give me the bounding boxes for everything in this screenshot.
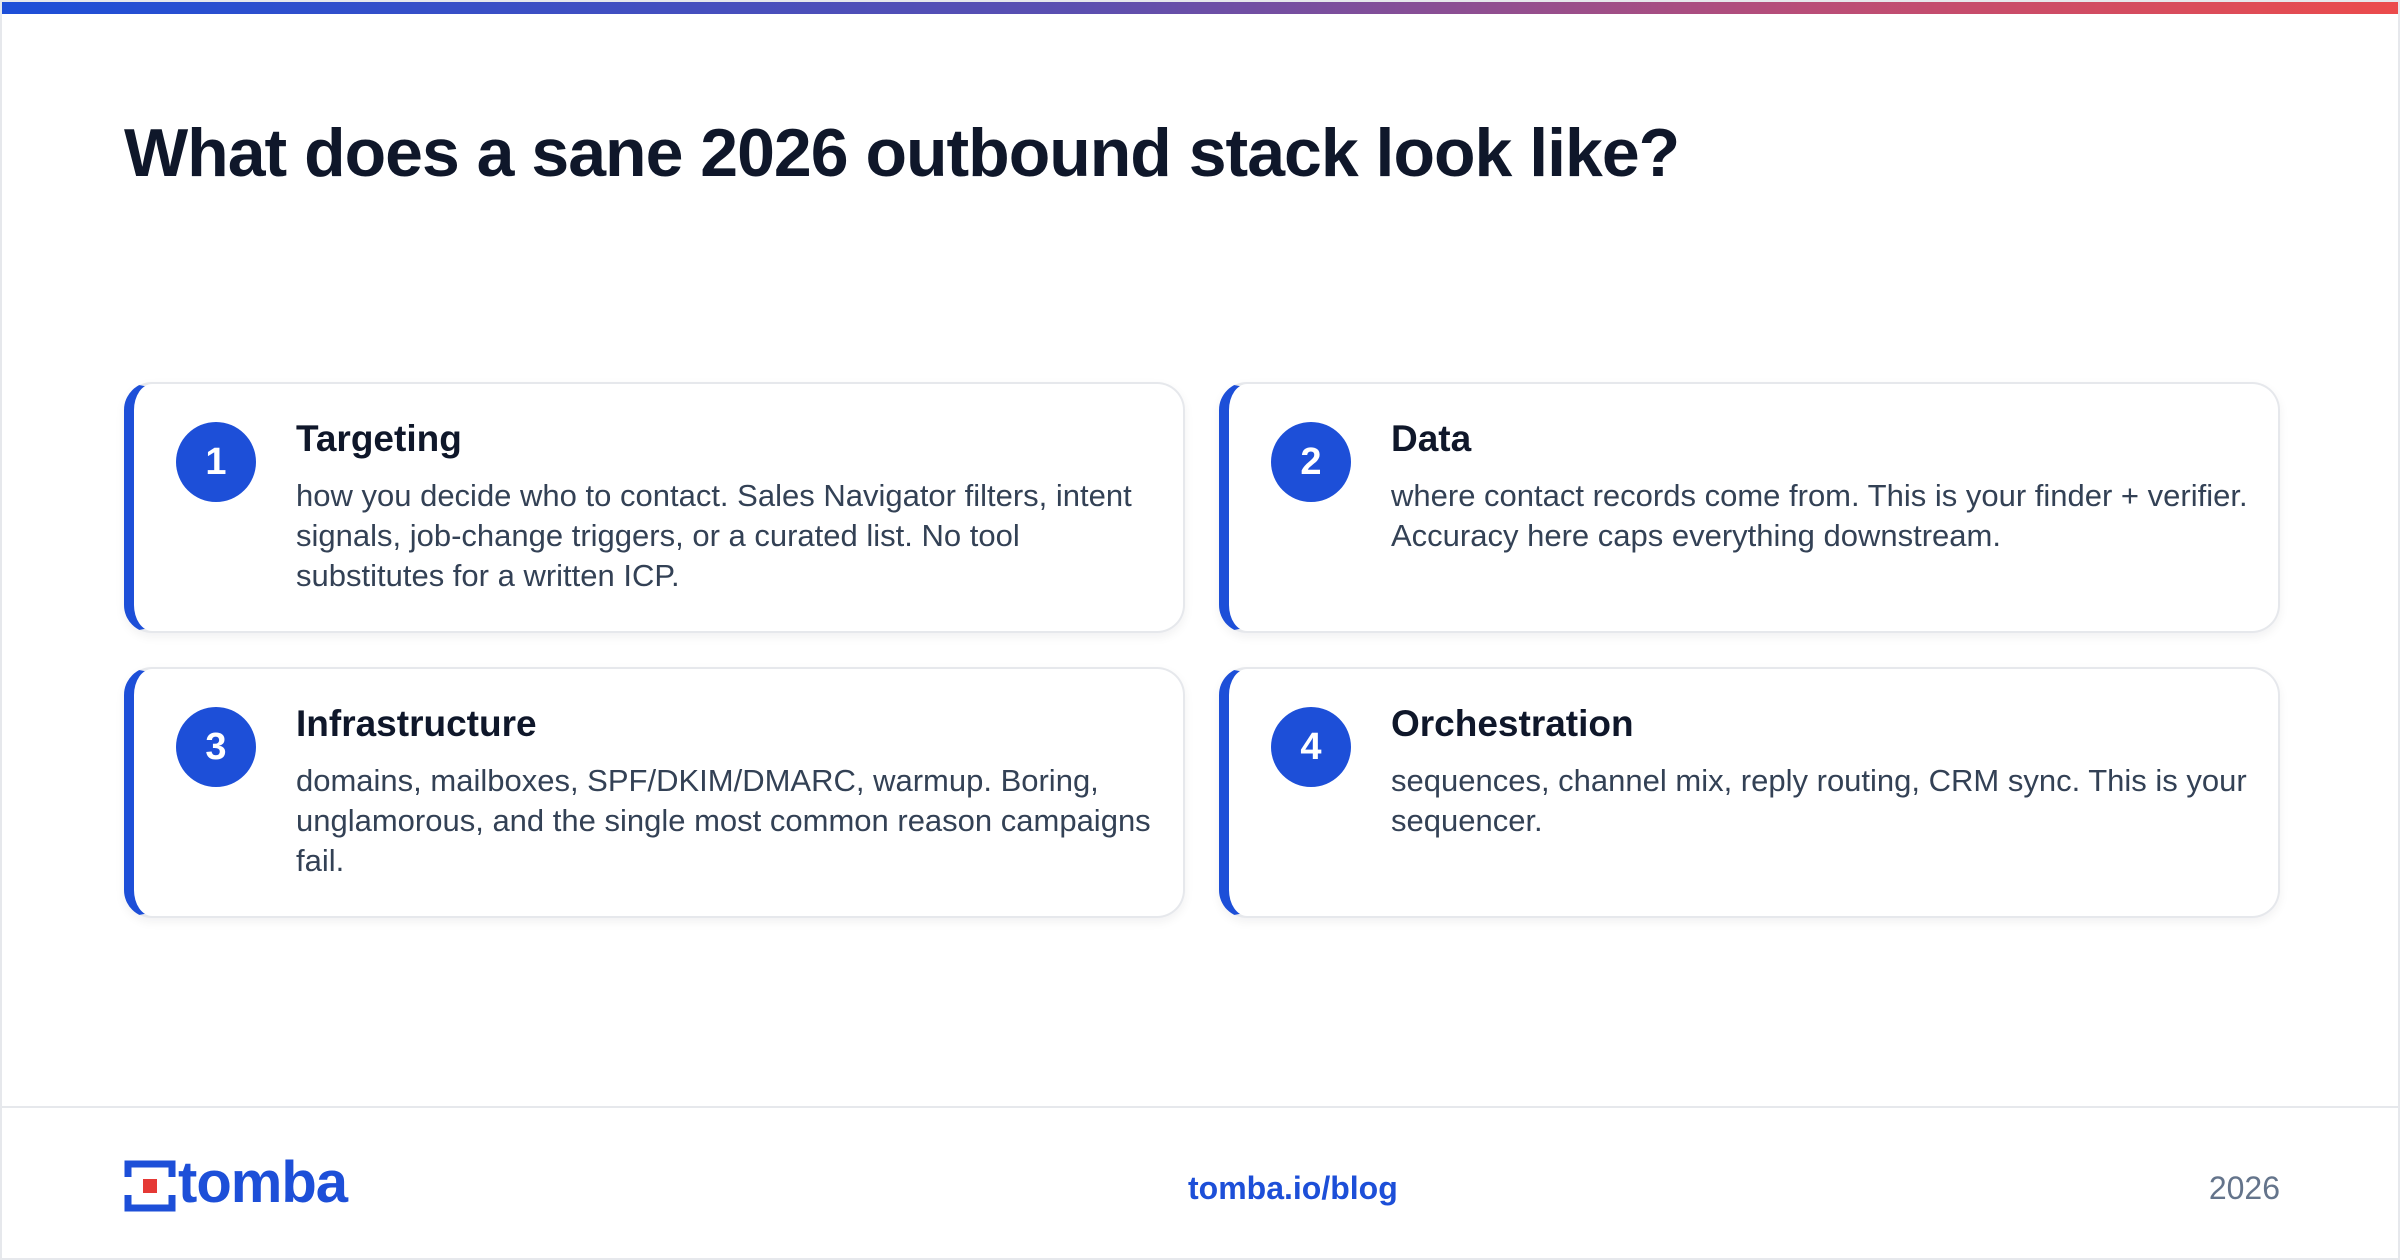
step-number-badge: 3 [176,707,256,787]
card-description: sequences, channel mix, reply routing, C… [1391,763,2247,838]
tomba-logo-mark-icon [124,1160,176,1212]
slide-frame: What does a sane 2026 outbound stack loo… [0,0,2400,1260]
card-description: domains, mailboxes, SPF/DKIM/DMARC, warm… [296,763,1151,878]
card-orchestration: 4 Orchestration sequences, channel mix, … [1219,667,2280,918]
step-number-badge: 1 [176,422,256,502]
tomba-logo: tomba [124,1150,348,1215]
page-title: What does a sane 2026 outbound stack loo… [124,115,1680,191]
footer: tomba tomba.io/blog 2026 [2,1106,2398,1258]
card-infrastructure: 3 Infrastructure domains, mailboxes, SPF… [124,667,1185,918]
card-title: Orchestration [1391,703,1634,744]
step-number-badge: 4 [1271,707,1351,787]
card-targeting: 1 Targeting how you decide who to contac… [124,382,1185,633]
stack-grid: 1 Targeting how you decide who to contac… [124,382,2280,918]
card-data: 2 Data where contact records come from. … [1219,382,2280,633]
logo-wordmark: tomba [178,1150,348,1215]
footer-year: 2026 [2208,1170,2280,1206]
step-number-badge: 2 [1271,422,1351,502]
card-title: Targeting [296,418,462,459]
blog-link[interactable]: tomba.io/blog [1188,1170,1398,1207]
top-gradient-bar [2,2,2398,14]
card-title: Data [1391,418,1472,459]
card-title: Infrastructure [296,703,537,744]
card-description: where contact records come from. This is… [1391,478,2248,553]
card-description: how you decide who to contact. Sales Nav… [296,478,1132,593]
